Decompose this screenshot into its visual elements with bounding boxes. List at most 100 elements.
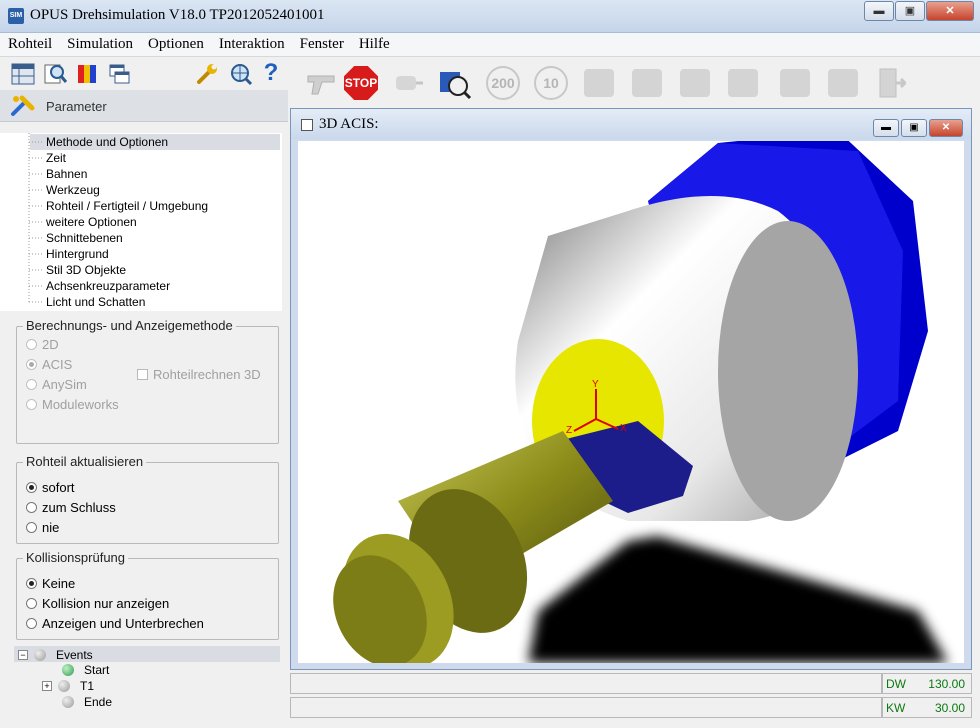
- app-icon: SIM: [8, 8, 24, 24]
- window-title: OPUS Drehsimulation V18.0 TP201205240100…: [30, 7, 325, 23]
- radio-2d-label: 2D: [42, 337, 59, 352]
- tree-item-bahnen[interactable]: Bahnen: [30, 166, 280, 182]
- menu-rohteil[interactable]: Rohteil: [8, 36, 52, 53]
- view-icon: [301, 119, 313, 131]
- ende-icon: [62, 696, 74, 708]
- title-bar: SIM OPUS Drehsimulation V18.0 TP20120524…: [0, 0, 980, 33]
- parameter-tree: Methode und Optionen Zeit Bahnen Werkzeu…: [0, 133, 282, 311]
- tree-item-achsenkreuz[interactable]: Achsenkreuzparameter: [30, 278, 280, 294]
- spindle-icon[interactable]: [776, 64, 814, 102]
- tree-item-werkzeug[interactable]: Werkzeug: [30, 182, 280, 198]
- events-tree: − Events Start + T1 Ende: [14, 646, 280, 716]
- 3d-view-titlebar: 3D ACIS: ▬ ▣ ✕: [291, 109, 971, 139]
- exit-icon[interactable]: [872, 64, 910, 102]
- menu-simulation[interactable]: Simulation: [67, 36, 133, 53]
- view-maximize-button[interactable]: ▣: [901, 119, 927, 137]
- events-root[interactable]: − Events: [18, 648, 93, 662]
- axis-z-label: Z: [566, 425, 572, 436]
- parameter-icon: [11, 95, 35, 116]
- menu-optionen[interactable]: Optionen: [148, 36, 204, 53]
- view-close-button[interactable]: ✕: [929, 119, 963, 137]
- radio-anzeigen-unterbrechen[interactable]: Anzeigen und Unterbrechen: [26, 616, 204, 631]
- event-start[interactable]: Start: [62, 663, 109, 677]
- step-10-icon[interactable]: 10: [532, 64, 570, 102]
- calc-method-title: Berechnungs- und Anzeigemethode: [23, 318, 236, 333]
- tool-change-icon[interactable]: [580, 64, 618, 102]
- machine-icon[interactable]: [824, 64, 862, 102]
- radio-moduleworks[interactable]: Moduleworks: [26, 397, 119, 412]
- 3d-view-title: 3D ACIS:: [319, 116, 379, 132]
- event-dot-icon: [34, 649, 46, 661]
- event-start-label: Start: [84, 663, 110, 677]
- axis-y-label: Y: [592, 379, 599, 390]
- tool-alt-icon[interactable]: [724, 64, 762, 102]
- tree-item-licht[interactable]: Licht und Schatten: [30, 294, 280, 310]
- event-t1[interactable]: + T1: [42, 679, 94, 693]
- minimize-button[interactable]: ▬: [864, 1, 894, 21]
- radio-sofort[interactable]: sofort: [26, 480, 75, 495]
- radio-acis[interactable]: ACIS: [26, 357, 72, 372]
- axis-x-label: X: [620, 423, 627, 434]
- zoom-globe-icon[interactable]: [228, 61, 254, 87]
- radio-keine[interactable]: Keine: [26, 576, 75, 591]
- close-button[interactable]: ✕: [926, 1, 974, 21]
- windows-icon[interactable]: [106, 61, 132, 87]
- menu-bar: Rohteil Simulation Optionen Interaktion …: [0, 33, 980, 57]
- event-ende-label: Ende: [84, 695, 113, 709]
- tree-item-schnittebenen[interactable]: Schnittebenen: [30, 230, 280, 246]
- panel-header: Parameter: [0, 90, 288, 122]
- update-group: Rohteil aktualisieren sofort zum Schluss…: [16, 454, 279, 544]
- table-icon[interactable]: [10, 61, 36, 87]
- left-toolbar: ?: [0, 58, 288, 90]
- expand-icon[interactable]: +: [42, 681, 52, 691]
- dw-value: 130.00: [928, 676, 965, 691]
- tree-item-hintergrund[interactable]: Hintergrund: [30, 246, 280, 262]
- tree-item-weitere-optionen[interactable]: weitere Optionen: [30, 214, 280, 230]
- dw-status: DW 130.00: [882, 673, 972, 694]
- tool-icon[interactable]: [676, 64, 714, 102]
- start-icon: [62, 664, 74, 676]
- scene-shadow: [528, 536, 948, 663]
- magnifier-icon[interactable]: [42, 61, 68, 87]
- radio-nie[interactable]: nie: [26, 520, 59, 535]
- status-field-2: [290, 697, 882, 718]
- tool-stop-icon[interactable]: [628, 64, 666, 102]
- status-field-1: [290, 673, 882, 694]
- radio-zum-schluss[interactable]: zum Schluss: [26, 500, 116, 515]
- tree-item-stil-3d[interactable]: Stil 3D Objekte: [30, 262, 280, 278]
- tree-item-zeit[interactable]: Zeit: [30, 150, 280, 166]
- rohteilrechnen-checkbox[interactable]: Rohteilrechnen 3D: [137, 367, 261, 382]
- radio-anysim[interactable]: AnySim: [26, 377, 87, 392]
- 3d-viewport[interactable]: Y X Z: [298, 141, 964, 663]
- t1-icon: [58, 680, 70, 692]
- tree-item-rohteil[interactable]: Rohteil / Fertigteil / Umgebung: [30, 198, 280, 214]
- radio-zum-schluss-label: zum Schluss: [42, 500, 116, 515]
- kw-status: KW 30.00: [882, 697, 972, 718]
- collision-group: Kollisionsprüfung Keine Kollision nur an…: [16, 550, 279, 640]
- menu-interaktion[interactable]: Interaktion: [219, 36, 285, 53]
- tree-lines: [28, 133, 42, 303]
- stop-icon[interactable]: STOP: [342, 64, 380, 102]
- radio-2d[interactable]: 2D: [26, 337, 59, 352]
- maximize-button[interactable]: ▣: [895, 1, 925, 21]
- disabled-plug-icon[interactable]: [388, 64, 426, 102]
- collapse-icon[interactable]: −: [18, 650, 28, 660]
- events-root-label: Events: [56, 648, 93, 662]
- update-title: Rohteil aktualisieren: [23, 454, 147, 469]
- menu-fenster[interactable]: Fenster: [300, 36, 344, 53]
- menu-hilfe[interactable]: Hilfe: [359, 36, 390, 53]
- gun-icon[interactable]: [302, 64, 340, 102]
- step-200-icon[interactable]: 200: [484, 64, 522, 102]
- camera-icon[interactable]: [436, 64, 474, 102]
- wrench-icon[interactable]: [194, 61, 220, 87]
- radio-kollision-anzeigen[interactable]: Kollision nur anzeigen: [26, 596, 169, 611]
- radio-kollision-anzeigen-label: Kollision nur anzeigen: [42, 596, 170, 611]
- view-minimize-button[interactable]: ▬: [873, 119, 899, 137]
- colors-icon[interactable]: [74, 61, 100, 87]
- calc-method-group: Berechnungs- und Anzeigemethode 2D ACIS …: [16, 318, 279, 444]
- simulation-toolbar: STOP 200 10: [288, 58, 980, 106]
- event-t1-label: T1: [80, 679, 95, 693]
- event-ende[interactable]: Ende: [62, 695, 112, 709]
- help-icon[interactable]: ?: [258, 59, 284, 86]
- tree-item-methode[interactable]: Methode und Optionen: [30, 134, 280, 150]
